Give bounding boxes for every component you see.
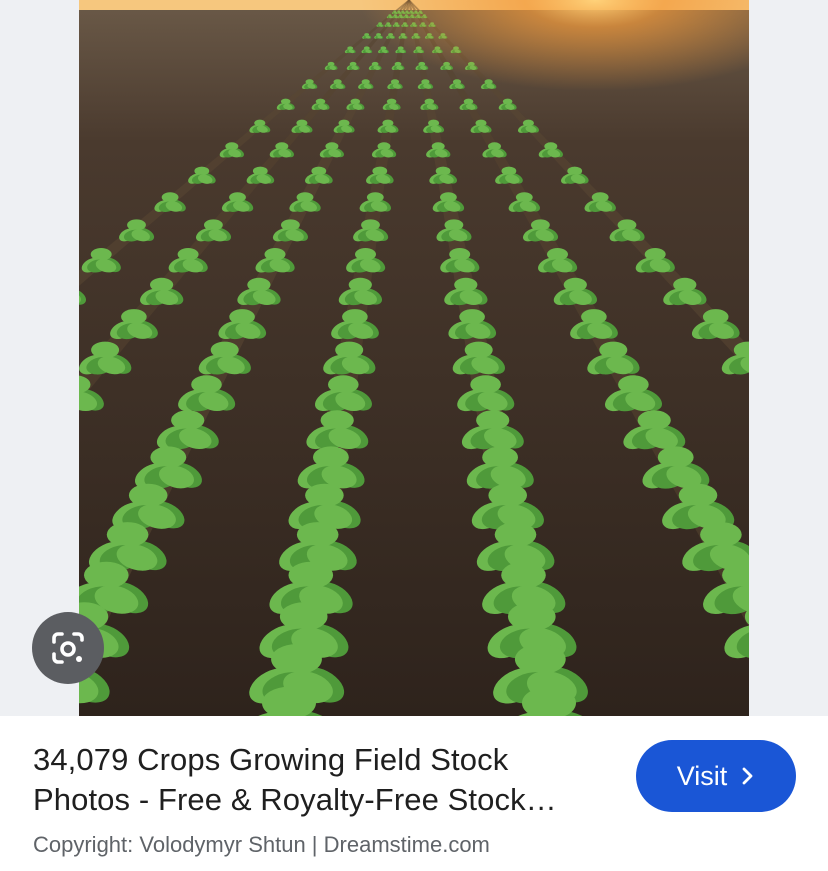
result-title-line-1: 34,079 Crops Growing Field Stock (33, 742, 509, 777)
copyright-text: Copyright: Volodymyr Shtun | Dreamstime.… (33, 832, 490, 857)
result-info-panel: 34,079 Crops Growing Field Stock Photos … (0, 716, 828, 871)
result-photo[interactable] (79, 0, 749, 716)
result-title-line-2: Photos - Free & Royalty-Free Stock… (33, 782, 557, 817)
visit-button[interactable]: Visit (636, 740, 796, 812)
crop-field-illustration (79, 0, 749, 716)
image-viewer (0, 0, 828, 716)
google-lens-button[interactable] (32, 612, 104, 684)
result-title[interactable]: 34,079 Crops Growing Field Stock Photos … (33, 740, 613, 820)
chevron-right-icon (742, 767, 753, 785)
visit-button-label: Visit (676, 760, 728, 791)
google-lens-icon (52, 632, 84, 664)
